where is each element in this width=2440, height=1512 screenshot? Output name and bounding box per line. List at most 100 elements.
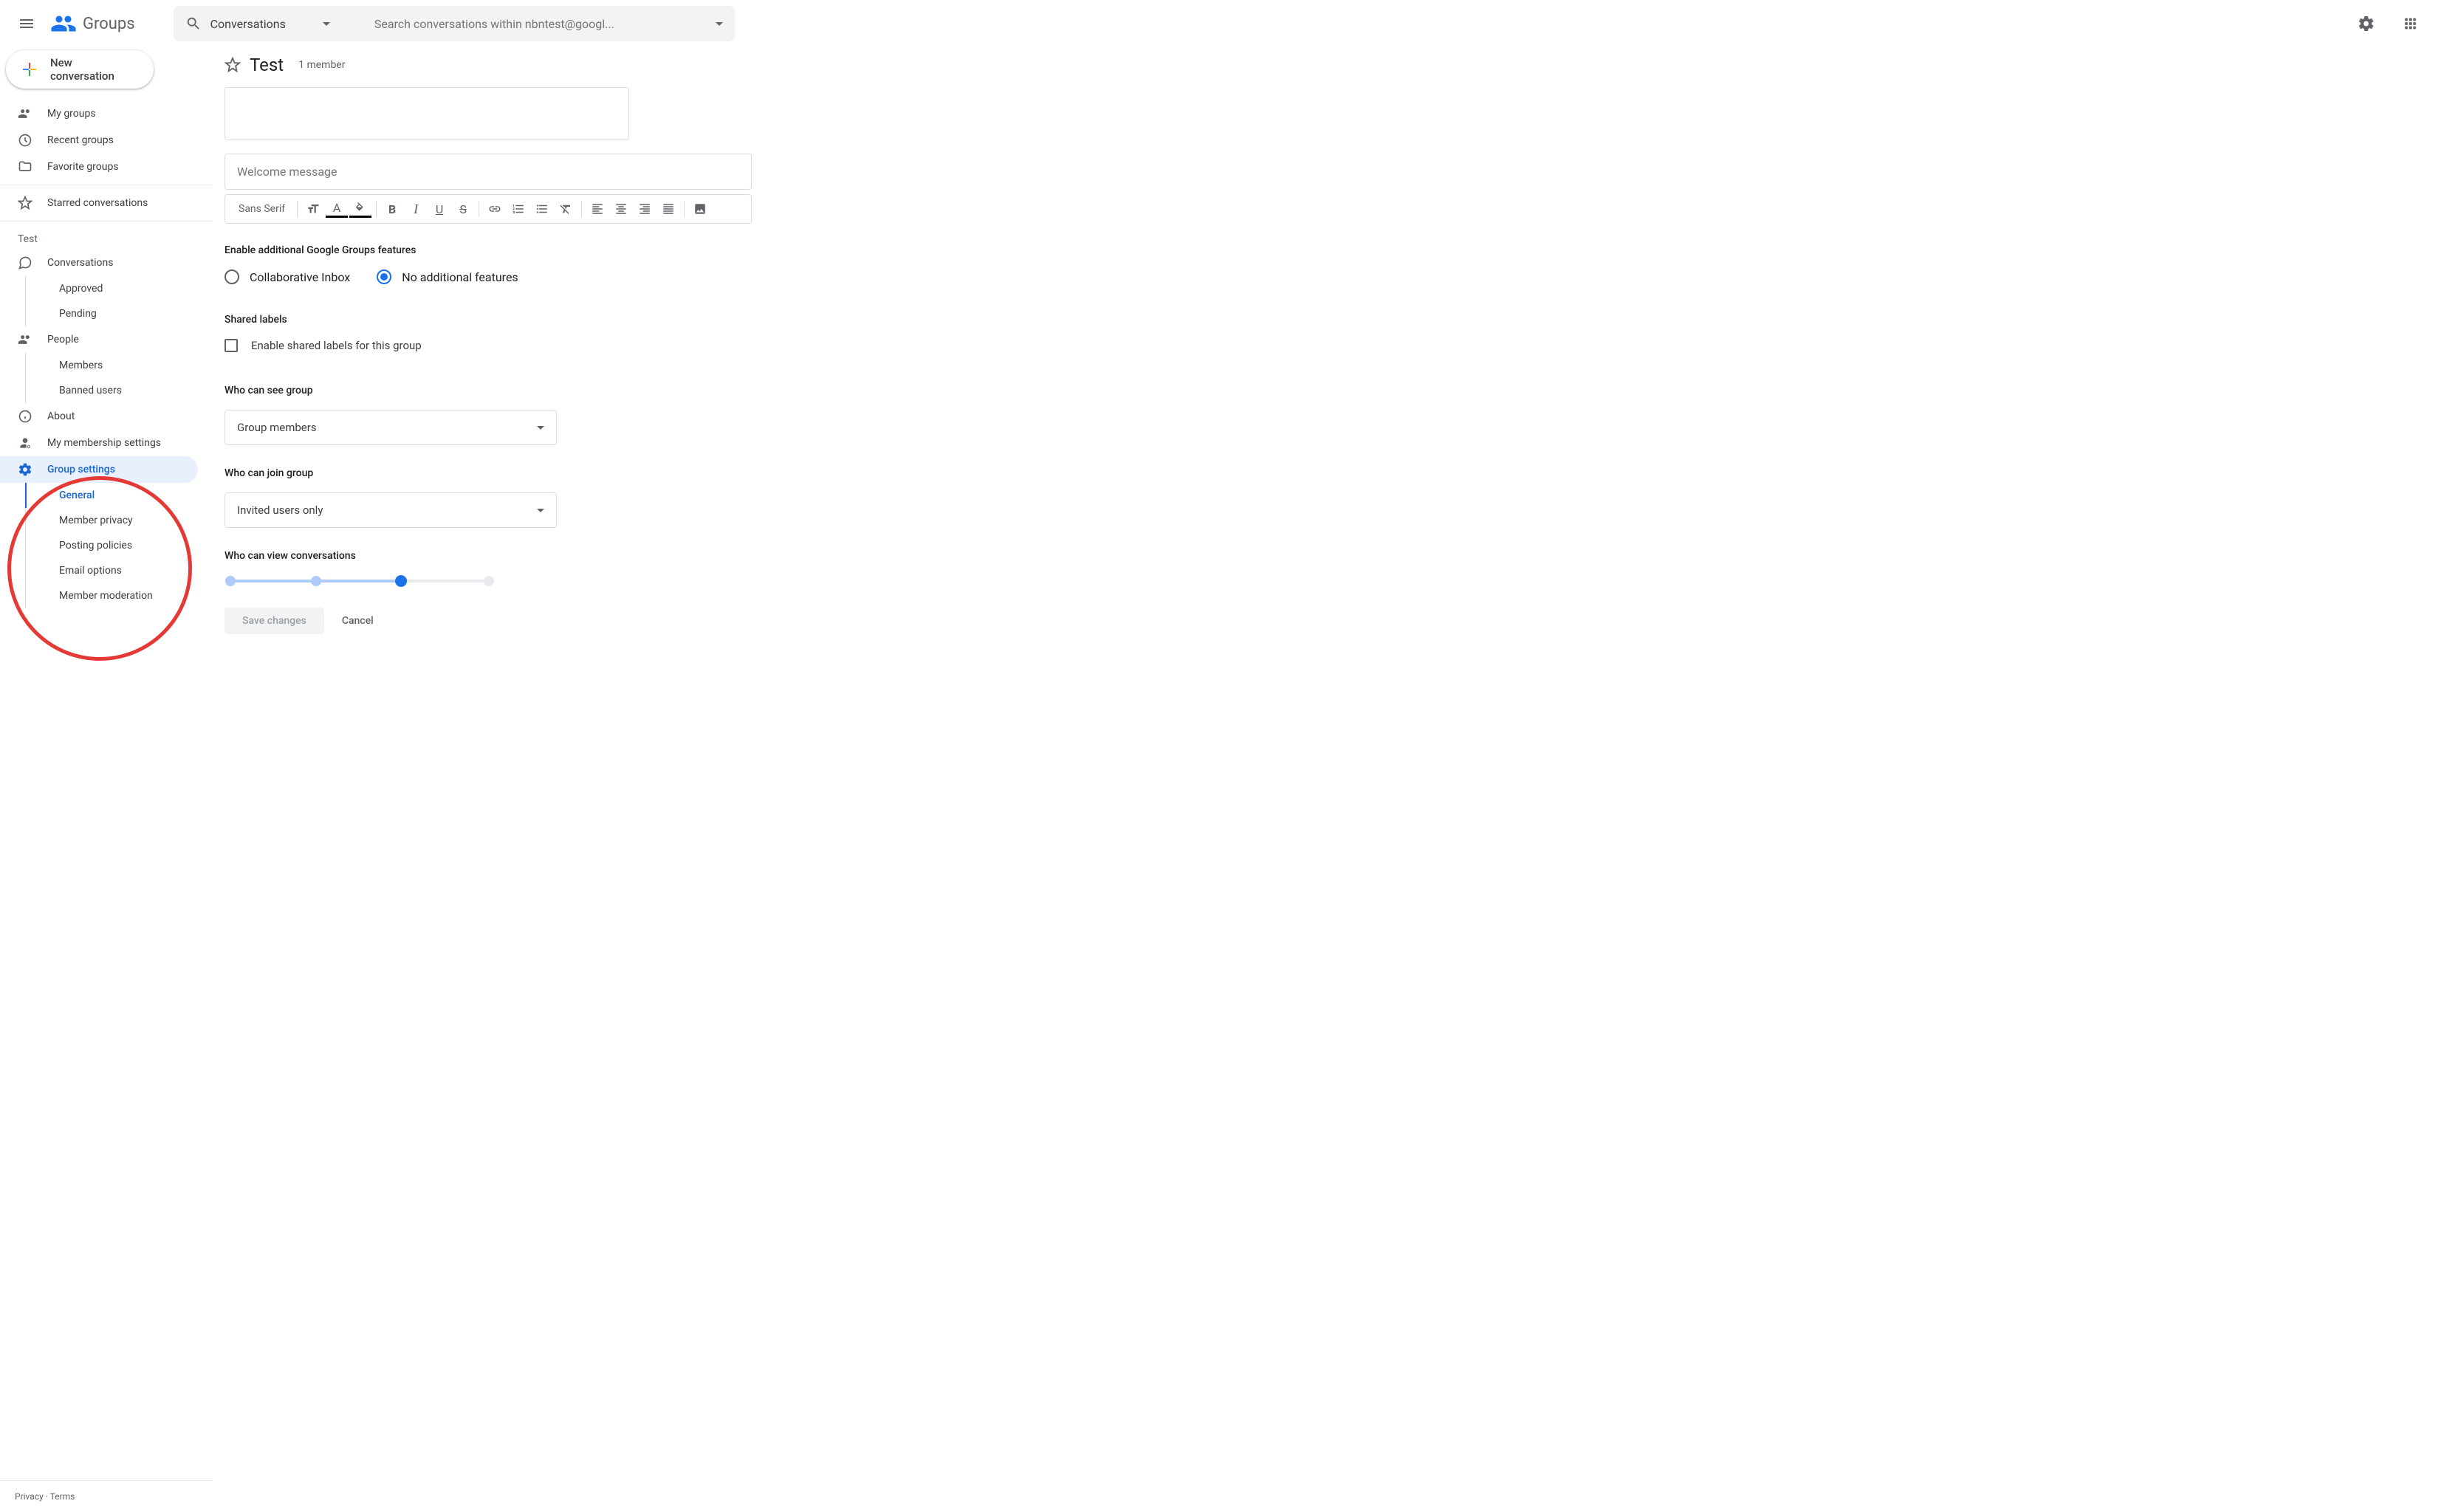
radio-icon — [225, 269, 239, 284]
align-right-button[interactable] — [634, 198, 656, 220]
search-options-icon[interactable] — [716, 22, 723, 26]
main-menu-button[interactable] — [9, 6, 44, 41]
plus-icon — [21, 61, 38, 78]
sidebar-item-about[interactable]: About — [0, 403, 198, 430]
text-color-button[interactable]: A — [326, 200, 348, 218]
sidebar-item-conversations[interactable]: Conversations — [0, 250, 198, 276]
sidebar-sub-pending[interactable]: Pending — [25, 301, 213, 326]
sidebar-sub-posting-policies[interactable]: Posting policies — [25, 533, 213, 558]
font-size-button[interactable] — [302, 198, 324, 220]
who-see-dropdown[interactable]: Group members — [225, 410, 557, 445]
search-scope-selector[interactable]: Conversations — [210, 17, 348, 31]
sidebar-item-group-settings[interactable]: Group settings — [0, 456, 198, 483]
section-who-join-title: Who can join group — [225, 467, 752, 479]
format-toolbar: Sans Serif A B I U S — [225, 194, 752, 224]
radio-checked-icon — [377, 269, 391, 284]
italic-button[interactable]: I — [405, 198, 427, 220]
group-section-label: Test — [0, 226, 213, 250]
cancel-button[interactable]: Cancel — [342, 615, 374, 627]
info-icon — [18, 409, 32, 424]
clear-format-button[interactable] — [555, 198, 577, 220]
align-center-icon — [614, 202, 628, 216]
sidebar-sub-banned[interactable]: Banned users — [25, 378, 213, 403]
align-left-icon — [591, 202, 604, 216]
section-who-view-title: Who can view conversations — [225, 550, 752, 562]
chat-icon — [18, 255, 32, 270]
member-count: 1 member — [298, 59, 345, 71]
favorite-star-button[interactable] — [225, 57, 241, 73]
settings-button[interactable] — [2351, 9, 2381, 38]
sidebar-sub-members[interactable]: Members — [25, 353, 213, 378]
caret-down-icon — [537, 509, 544, 512]
image-icon — [693, 202, 707, 216]
font-selector[interactable]: Sans Serif — [231, 203, 292, 215]
person-gear-icon — [18, 436, 32, 450]
composer-area[interactable] — [225, 87, 629, 140]
privacy-link[interactable]: Privacy — [15, 1491, 44, 1502]
page-title: Test — [250, 55, 284, 75]
sidebar: New conversation My groups Recent groups… — [0, 47, 213, 1512]
groups-logo-icon — [50, 10, 77, 37]
search-icon[interactable] — [185, 16, 202, 32]
sidebar-sub-member-privacy[interactable]: Member privacy — [25, 508, 213, 533]
align-justify-button[interactable] — [657, 198, 679, 220]
bullet-list-button[interactable] — [531, 198, 553, 220]
clock-icon — [18, 133, 32, 148]
shared-labels-checkbox[interactable] — [225, 339, 238, 352]
who-join-dropdown[interactable]: Invited users only — [225, 492, 557, 528]
caret-down-icon — [323, 22, 330, 26]
numbered-list-button[interactable] — [507, 198, 530, 220]
search-bar: Conversations — [174, 6, 735, 41]
align-center-button[interactable] — [610, 198, 632, 220]
align-justify-icon — [662, 202, 675, 216]
action-buttons: Save changes Cancel — [225, 608, 752, 634]
star-icon — [18, 196, 32, 210]
sidebar-item-membership-settings[interactable]: My membership settings — [0, 430, 198, 456]
product-logo[interactable]: Groups — [50, 10, 135, 37]
clear-format-icon — [559, 202, 572, 216]
radio-no-additional[interactable]: No additional features — [377, 269, 518, 284]
bold-button[interactable]: B — [381, 198, 403, 220]
section-who-see-title: Who can see group — [225, 385, 752, 396]
sidebar-sub-general[interactable]: General — [25, 483, 213, 508]
list-ol-icon — [512, 202, 525, 216]
sidebar-item-my-groups[interactable]: My groups — [0, 100, 198, 127]
link-button[interactable] — [484, 198, 506, 220]
header-actions — [2351, 9, 2431, 38]
sidebar-item-starred[interactable]: Starred conversations — [0, 190, 198, 216]
shared-labels-checkbox-row: Enable shared labels for this group — [225, 339, 752, 352]
list-ul-icon — [535, 202, 549, 216]
insert-image-button[interactable] — [689, 198, 711, 220]
align-right-icon — [638, 202, 651, 216]
sidebar-sub-email-options[interactable]: Email options — [25, 558, 213, 583]
search-input[interactable] — [374, 17, 707, 31]
main-content: Test 1 member Sans Serif A B I U S — [213, 47, 2440, 1512]
apps-button[interactable] — [2396, 9, 2425, 38]
fill-icon — [354, 202, 366, 214]
strikethrough-button[interactable]: S — [452, 198, 474, 220]
sidebar-item-recent-groups[interactable]: Recent groups — [0, 127, 198, 154]
product-name: Groups — [83, 15, 135, 33]
radio-collaborative-inbox[interactable]: Collaborative Inbox — [225, 269, 350, 284]
page-header: Test 1 member — [213, 47, 2440, 87]
sidebar-sub-member-moderation[interactable]: Member moderation — [25, 583, 213, 608]
who-view-slider[interactable] — [230, 575, 489, 587]
welcome-message-input[interactable] — [225, 154, 752, 190]
section-shared-labels-title: Shared labels — [225, 314, 752, 326]
new-conversation-button[interactable]: New conversation — [6, 50, 154, 89]
align-left-button[interactable] — [586, 198, 609, 220]
text-size-icon — [306, 202, 320, 216]
save-button[interactable]: Save changes — [225, 608, 324, 634]
underline-button[interactable]: U — [428, 198, 450, 220]
sidebar-item-people[interactable]: People — [0, 326, 198, 353]
header: Groups Conversations — [0, 0, 2440, 47]
highlight-button[interactable] — [349, 200, 371, 218]
terms-link[interactable]: Terms — [50, 1491, 75, 1502]
people-icon — [18, 332, 32, 347]
caret-down-icon — [537, 426, 544, 430]
gear-icon — [2357, 15, 2375, 32]
sidebar-item-favorite-groups[interactable]: Favorite groups — [0, 154, 198, 180]
gear-icon — [18, 462, 32, 477]
shared-labels-label: Enable shared labels for this group — [251, 339, 422, 352]
sidebar-sub-approved[interactable]: Approved — [25, 276, 213, 301]
